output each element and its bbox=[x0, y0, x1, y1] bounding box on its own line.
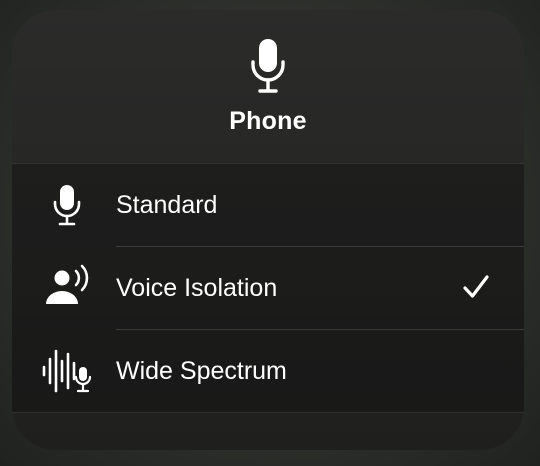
wide-spectrum-icon bbox=[42, 349, 92, 393]
mode-option-wide-spectrum[interactable]: Wide Spectrum bbox=[12, 330, 524, 412]
mode-option-voice-isolation[interactable]: Voice Isolation bbox=[12, 247, 524, 329]
mic-mode-list: Standard Voice Isolation Wide Spectrum bbox=[12, 163, 524, 413]
voice-isolation-icon bbox=[46, 264, 89, 304]
mode-label: Standard bbox=[116, 191, 218, 219]
microphone-icon bbox=[251, 39, 285, 93]
panel-title: Phone bbox=[229, 107, 307, 135]
mode-label: Wide Spectrum bbox=[116, 357, 287, 385]
mode-option-standard[interactable]: Standard bbox=[12, 164, 524, 246]
checkmark-icon bbox=[463, 275, 489, 298]
mic-mode-panel: Phone Standard Voice Isolation Wide Spec… bbox=[12, 10, 524, 450]
panel-header: Phone bbox=[12, 10, 524, 163]
microphone-icon bbox=[53, 185, 81, 226]
mode-label: Voice Isolation bbox=[116, 274, 278, 302]
